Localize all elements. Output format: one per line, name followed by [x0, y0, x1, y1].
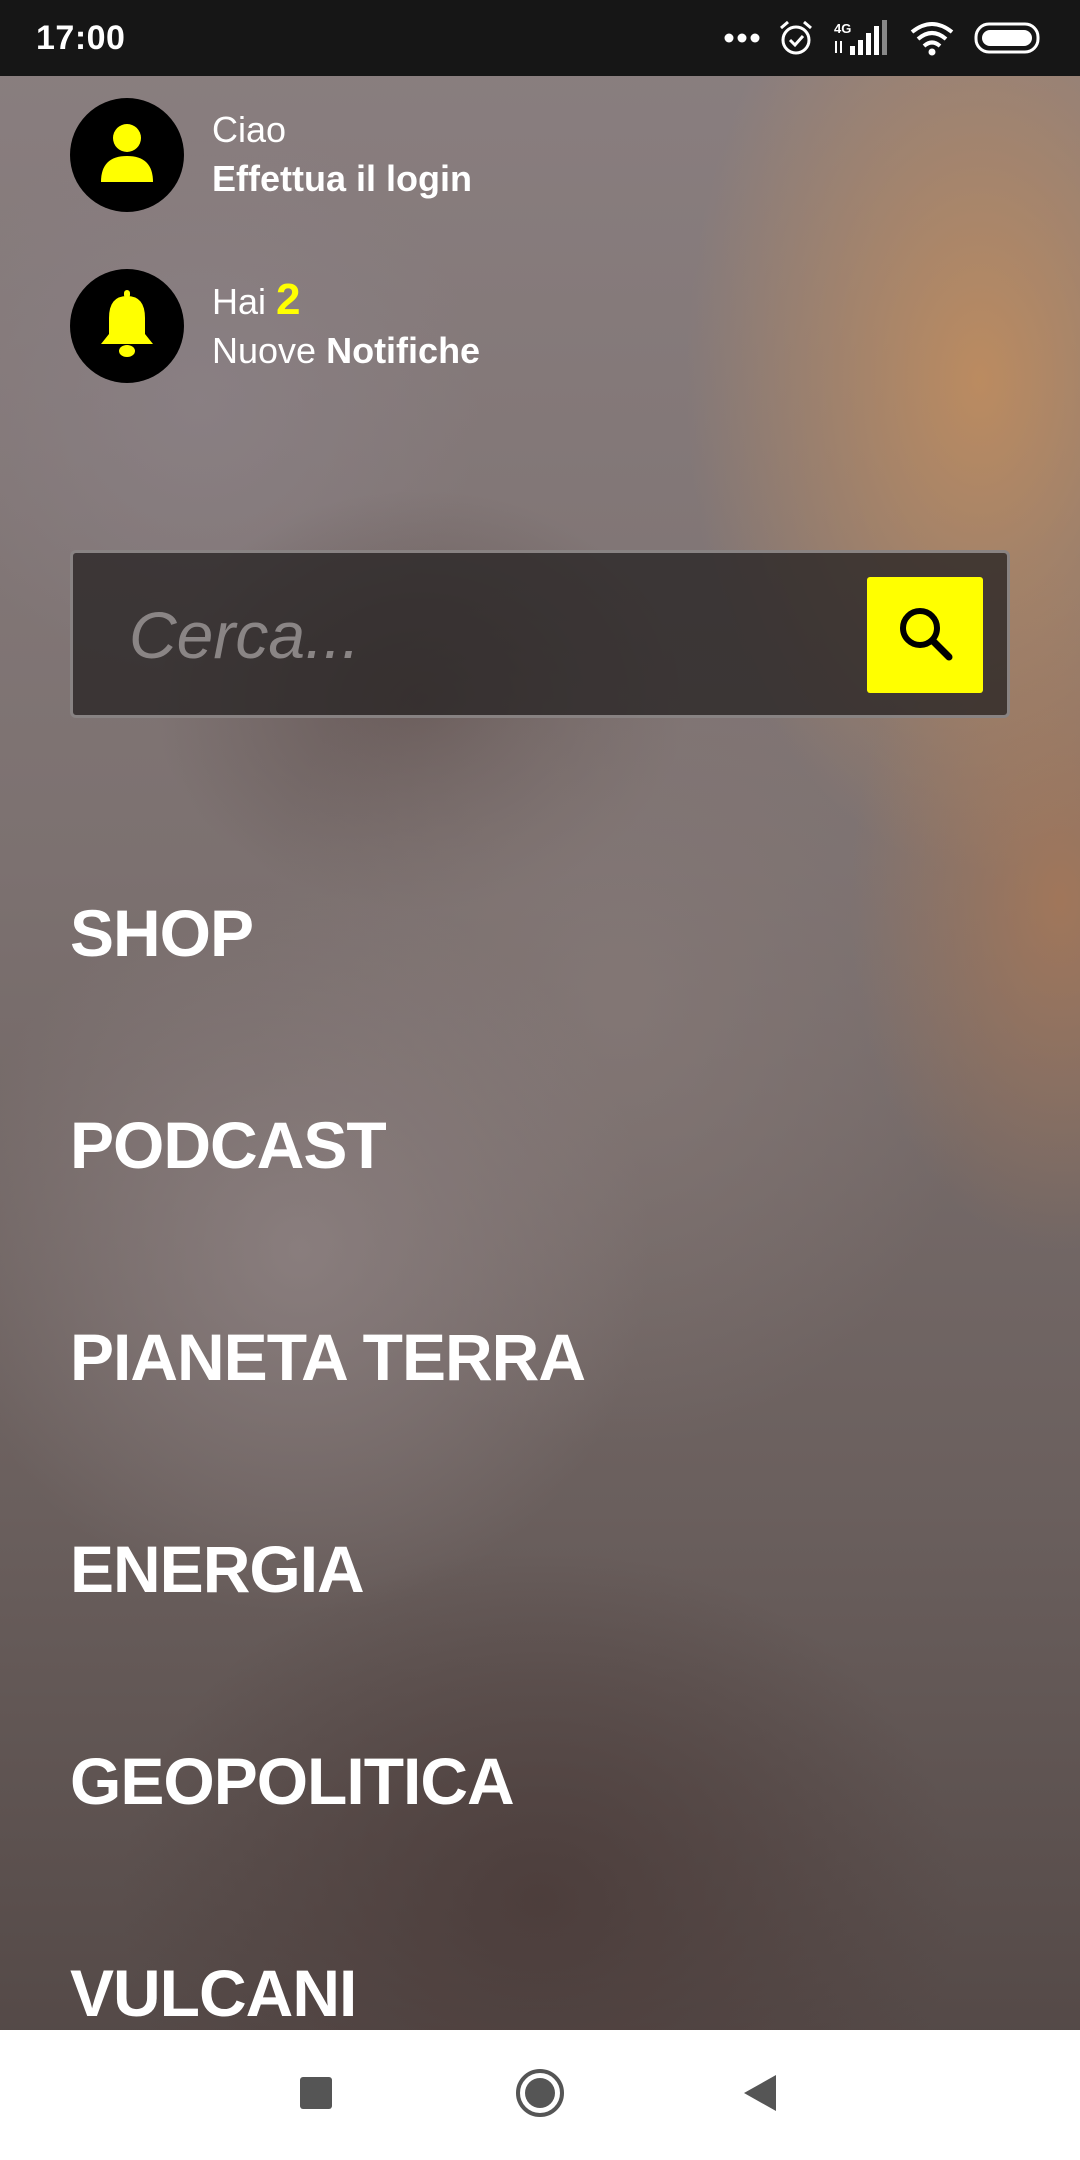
- user-icon: [97, 122, 157, 189]
- notifications-text[interactable]: Hai 2 Nuove Notifiche: [212, 276, 480, 376]
- more-dots-icon: [724, 32, 760, 44]
- navigation-bar: [0, 2030, 1080, 2160]
- status-bar: 17:00 4G: [0, 0, 1080, 76]
- user-avatar[interactable]: [70, 98, 184, 212]
- wifi-icon: [908, 20, 956, 56]
- menu-item-vulcani[interactable]: VULCANI: [70, 1955, 357, 2031]
- notifications-row[interactable]: Hai 2 Nuove Notifiche: [70, 269, 480, 383]
- notifications-label-line: Nuove Notifiche: [212, 326, 480, 376]
- login-text[interactable]: Ciao Effettua il login: [212, 106, 472, 204]
- menu-item-pianeta-terra[interactable]: PIANETA TERRA: [70, 1319, 586, 1395]
- menu-item-energia[interactable]: ENERGIA: [70, 1531, 365, 1607]
- back-button[interactable]: [700, 2030, 820, 2160]
- menu-item-geopolitica[interactable]: GEOPOLITICA: [70, 1743, 515, 1819]
- home-button[interactable]: [480, 2030, 600, 2160]
- back-icon: [742, 2073, 778, 2118]
- battery-icon: [974, 21, 1044, 55]
- menu-item-podcast[interactable]: PODCAST: [70, 1107, 387, 1183]
- notifications-count: 2: [276, 275, 301, 324]
- notifications-new-label: Nuove: [212, 330, 317, 371]
- login-link[interactable]: Effettua il login: [212, 154, 472, 204]
- menu-item-shop[interactable]: SHOP: [70, 895, 254, 971]
- notifications-prefix: Hai: [212, 281, 267, 322]
- login-row[interactable]: Ciao Effettua il login: [70, 98, 472, 212]
- home-icon: [514, 2067, 566, 2124]
- notifications-count-line: Hai 2: [212, 276, 480, 326]
- search-box: [70, 550, 1010, 718]
- alarm-icon: [778, 19, 814, 57]
- recent-apps-icon: [299, 2076, 333, 2115]
- network-type-label: 4G: [834, 21, 851, 36]
- search-icon: [896, 604, 954, 667]
- status-time: 17:00: [36, 18, 126, 57]
- search-button[interactable]: [867, 577, 983, 693]
- greeting-text: Ciao: [212, 109, 287, 150]
- signal-icon: 4G: [832, 19, 890, 57]
- search-input[interactable]: [129, 583, 829, 687]
- notifications-label: Notifiche: [326, 330, 481, 371]
- notifications-avatar[interactable]: [70, 269, 184, 383]
- status-icons: 4G: [724, 19, 1044, 57]
- recent-apps-button[interactable]: [256, 2030, 376, 2160]
- bell-icon: [99, 289, 155, 363]
